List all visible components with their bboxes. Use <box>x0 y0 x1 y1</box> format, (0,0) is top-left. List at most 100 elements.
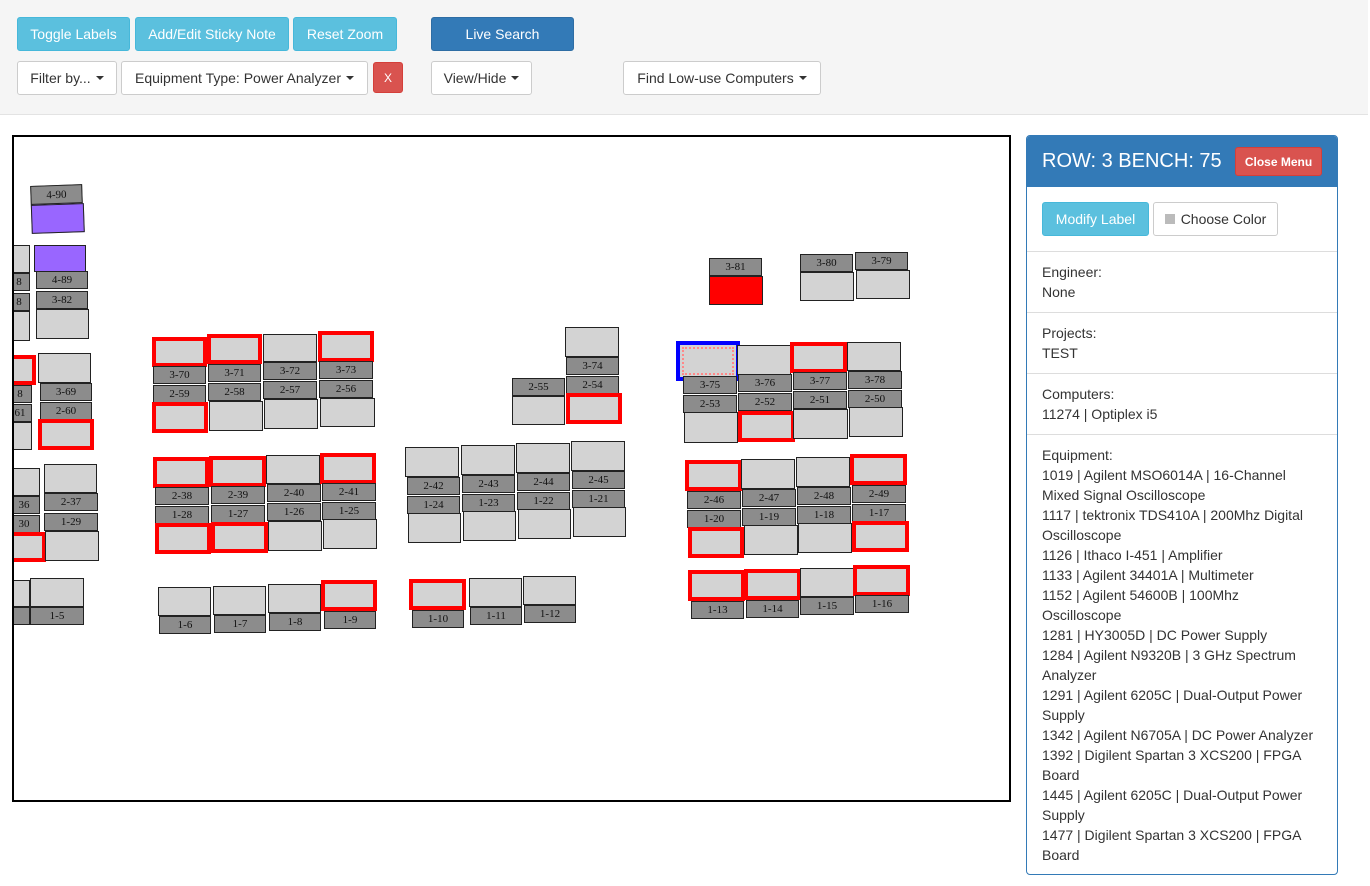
bench-3-74[interactable]: 3-74 <box>566 357 619 375</box>
bench-1-11-desk[interactable] <box>469 578 522 607</box>
bench-1-14-desk[interactable] <box>744 569 801 600</box>
bench-1-29[interactable]: 1-29 <box>44 513 98 531</box>
bench-2-40-desk[interactable] <box>266 455 320 484</box>
bench-3-78-desk[interactable] <box>847 342 901 371</box>
bench-3-70[interactable]: 3-70 <box>153 366 206 384</box>
live-search-button[interactable]: Live Search <box>431 17 574 51</box>
bench-2-59[interactable]: 2-59 <box>153 385 206 403</box>
bench-partial-label[interactable]: 61 <box>14 404 32 422</box>
bench-2-48-desk[interactable] <box>796 457 850 487</box>
bench-2-55-desk[interactable] <box>512 396 565 425</box>
bench-3-73-desk[interactable] <box>318 331 374 362</box>
bench-2-40[interactable]: 2-40 <box>267 484 321 502</box>
bench-2-51-desk[interactable] <box>793 409 848 439</box>
bench-3-72-desk[interactable] <box>263 334 317 362</box>
bench-1-19-desk[interactable] <box>744 525 798 555</box>
bench-3-73[interactable]: 3-73 <box>319 361 373 379</box>
bench-partial-label[interactable]: 8 <box>14 385 32 403</box>
bench-2-44-desk[interactable] <box>516 443 570 473</box>
bench-2-57-desk[interactable] <box>264 399 318 429</box>
bench-2-46-desk[interactable] <box>685 460 742 491</box>
bench-1-21-desk[interactable] <box>573 507 626 537</box>
bench-3-71-desk[interactable] <box>207 334 262 364</box>
bench-3-79-desk[interactable] <box>856 270 910 299</box>
bench-3-82-desk[interactable] <box>36 309 89 339</box>
bench-3-78[interactable]: 3-78 <box>848 371 902 389</box>
clear-filter-button[interactable]: X <box>373 62 403 93</box>
bench-3-71[interactable]: 3-71 <box>208 364 261 382</box>
bench-1-13[interactable]: 1-13 <box>691 601 744 619</box>
bench-2-39[interactable]: 2-39 <box>211 486 265 504</box>
bench-2-49-desk[interactable] <box>850 454 907 485</box>
filter-by-dropdown[interactable]: Filter by... <box>17 61 117 95</box>
bench-1-15-desk[interactable] <box>800 568 854 597</box>
bench-2-39-desk[interactable] <box>209 456 266 487</box>
bench-1-18-desk[interactable] <box>798 523 852 553</box>
bench-1-19[interactable]: 1-19 <box>742 508 796 526</box>
bench-2-43[interactable]: 2-43 <box>462 475 515 493</box>
bench-1-13-desk[interactable] <box>688 570 745 601</box>
bench-2-37[interactable]: 2-37 <box>44 493 98 511</box>
bench-3-79[interactable]: 3-79 <box>855 252 908 270</box>
bench-3-74-desk[interactable] <box>565 327 619 357</box>
bench-3-81-desk[interactable] <box>709 276 763 305</box>
bench-4-89[interactable]: 4-89 <box>36 271 88 289</box>
bench-partial-label[interactable]: 36 <box>14 496 40 514</box>
choose-color-button[interactable]: Choose Color <box>1153 202 1278 236</box>
bench-2-50[interactable]: 2-50 <box>848 390 902 408</box>
bench-1-28[interactable]: 1-28 <box>155 506 209 524</box>
bench-2-56[interactable]: 2-56 <box>319 380 373 398</box>
bench-2-45[interactable]: 2-45 <box>572 471 625 489</box>
bench-2-50-desk[interactable] <box>849 407 903 437</box>
bench-partial-desk[interactable] <box>14 532 46 562</box>
bench-4-89-desk[interactable] <box>34 245 86 272</box>
bench-1-7-desk[interactable] <box>213 586 266 615</box>
bench-1-20[interactable]: 1-20 <box>687 510 741 528</box>
bench-1-11[interactable]: 1-11 <box>470 607 522 625</box>
bench-1-14[interactable]: 1-14 <box>746 600 799 618</box>
bench-2-47-desk[interactable] <box>741 459 795 489</box>
bench-1-23[interactable]: 1-23 <box>462 494 515 512</box>
bench-1-25-desk[interactable] <box>323 519 377 549</box>
bench-1-6-desk[interactable] <box>158 587 211 616</box>
bench-3-75[interactable]: 3-75 <box>683 376 737 394</box>
bench-1-17[interactable]: 1-17 <box>852 504 906 522</box>
bench-1-7[interactable]: 1-7 <box>214 615 266 633</box>
bench-2-57[interactable]: 2-57 <box>263 381 317 399</box>
toggle-labels-button[interactable]: Toggle Labels <box>17 17 130 51</box>
bench-partial-desk[interactable] <box>14 355 36 385</box>
bench-2-37-desk[interactable] <box>44 464 97 493</box>
bench-2-53-desk[interactable] <box>684 412 738 443</box>
bench-2-58[interactable]: 2-58 <box>208 383 261 401</box>
bench-partial-desk[interactable] <box>14 245 30 273</box>
bench-2-52-desk[interactable] <box>738 411 795 442</box>
bench-partial-desk[interactable] <box>14 311 30 341</box>
bench-1-9-desk[interactable] <box>321 580 377 611</box>
sticky-note-button[interactable]: Add/Edit Sticky Note <box>135 17 289 51</box>
modify-label-button[interactable]: Modify Label <box>1042 202 1149 236</box>
bench-2-52[interactable]: 2-52 <box>738 393 792 411</box>
bench-3-77[interactable]: 3-77 <box>793 372 847 390</box>
bench-3-76[interactable]: 3-76 <box>738 374 792 392</box>
bench-3-76-desk[interactable] <box>737 345 791 375</box>
bench-partial-label[interactable]: 8 <box>14 273 30 291</box>
bench-2-60-desk[interactable] <box>38 419 94 450</box>
bench-partial-label[interactable]: 30 <box>14 515 40 533</box>
bench-1-23-desk[interactable] <box>463 511 516 541</box>
bench-4-90[interactable]: 4-90 <box>29 184 87 236</box>
bench-3-72[interactable]: 3-72 <box>263 362 317 380</box>
bench-2-44[interactable]: 2-44 <box>517 473 570 491</box>
bench-1-21[interactable]: 1-21 <box>572 490 625 508</box>
equipment-type-dropdown[interactable]: Equipment Type: Power Analyzer <box>121 61 368 95</box>
bench-2-54[interactable]: 2-54 <box>566 376 619 394</box>
bench-1-26[interactable]: 1-26 <box>267 503 321 521</box>
bench-partial-label[interactable] <box>14 607 30 625</box>
bench-2-53[interactable]: 2-53 <box>683 395 737 413</box>
bench-1-9[interactable]: 1-9 <box>324 611 376 629</box>
bench-3-82[interactable]: 3-82 <box>36 291 88 309</box>
bench-1-22[interactable]: 1-22 <box>517 492 570 510</box>
bench-1-16-desk[interactable] <box>853 565 910 596</box>
bench-2-59-desk[interactable] <box>152 402 208 433</box>
bench-1-26-desk[interactable] <box>268 521 322 551</box>
bench-2-42[interactable]: 2-42 <box>407 477 460 495</box>
